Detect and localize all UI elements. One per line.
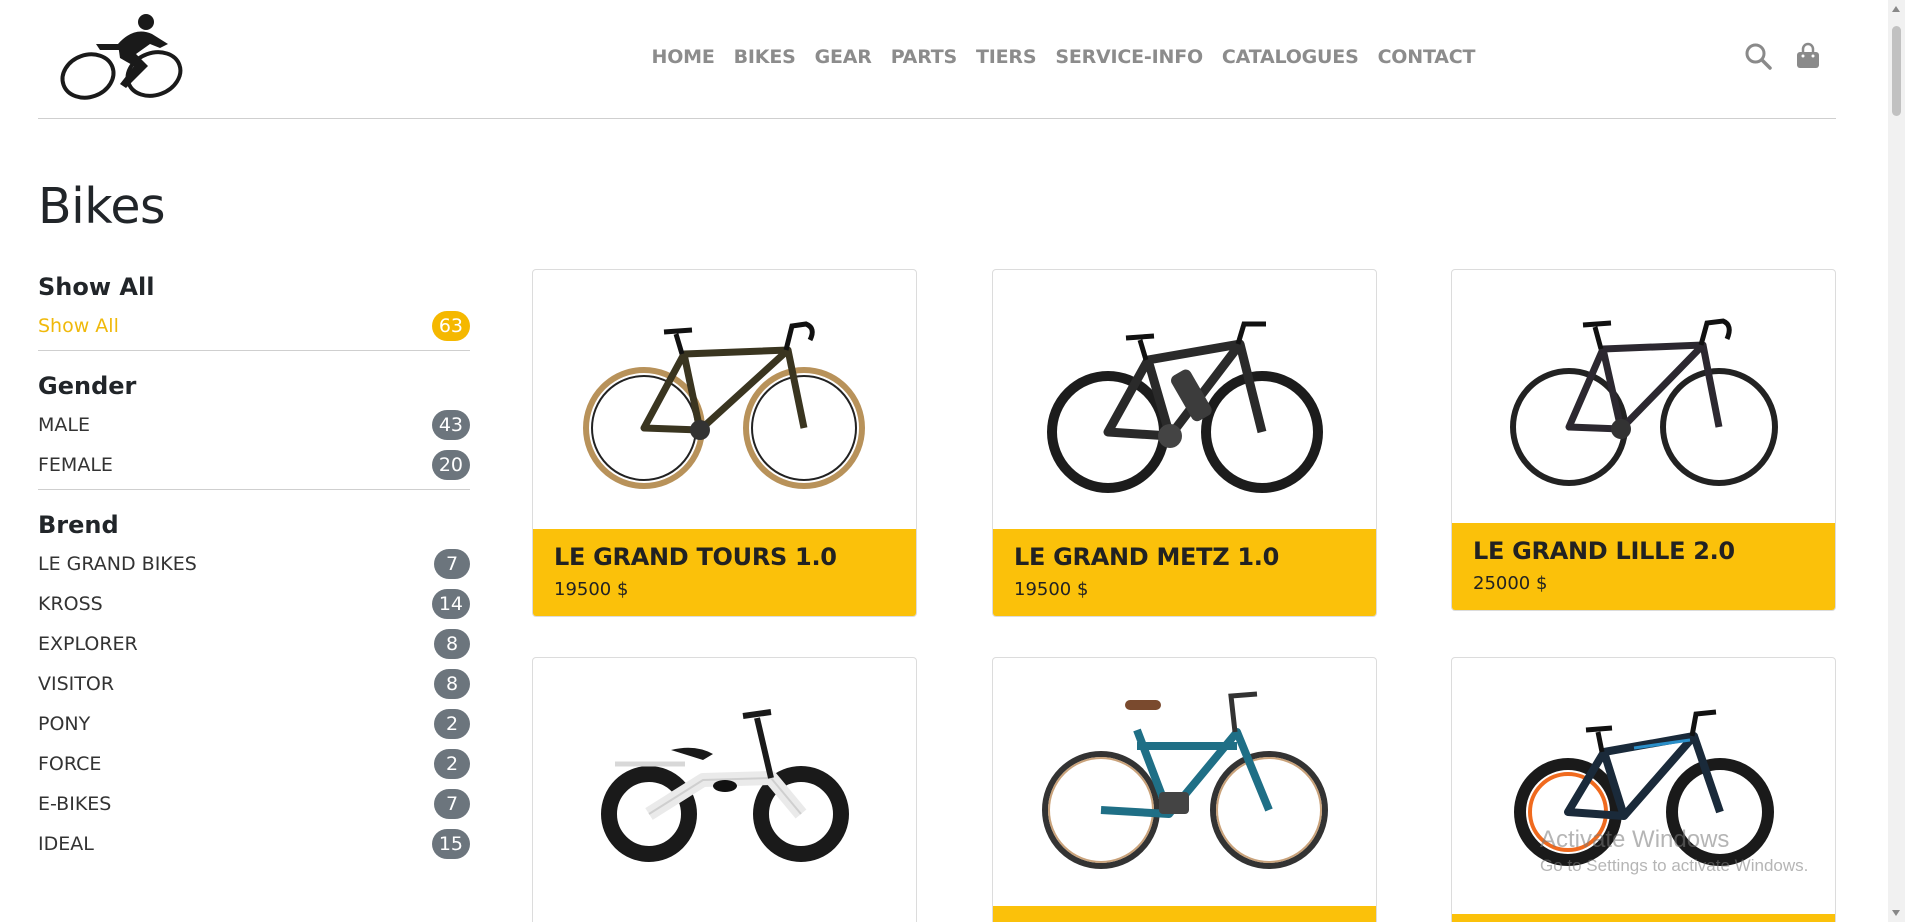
filter-label: IDEAL bbox=[38, 833, 94, 855]
city-e-bike-image bbox=[993, 658, 1376, 906]
count-badge: 8 bbox=[434, 629, 470, 659]
filter-item-visitor[interactable]: VISITOR 8 bbox=[38, 664, 470, 704]
count-badge: 8 bbox=[434, 669, 470, 699]
scrollbar-thumb[interactable] bbox=[1892, 26, 1901, 116]
product-caption: LE GRAND TOURS 1.0 19500 $ bbox=[533, 529, 916, 616]
scroll-down-icon[interactable] bbox=[1892, 910, 1900, 916]
e-mtb-image bbox=[993, 270, 1376, 529]
filter-sidebar: Show All Show All 63 Gender MALE 43 FEMA… bbox=[38, 268, 470, 864]
search-icon[interactable] bbox=[1744, 42, 1772, 70]
filter-item-female[interactable]: FEMALE 20 bbox=[38, 445, 470, 485]
page-title: Bikes bbox=[38, 178, 166, 235]
filter-section-title: Show All bbox=[38, 273, 155, 301]
filter-item-show-all[interactable]: Show All 63 bbox=[38, 306, 470, 346]
product-card[interactable]: LE GRAND LILLE 2.0 25000 $ bbox=[1451, 269, 1836, 611]
filter-item-force[interactable]: FORCE 2 bbox=[38, 744, 470, 784]
nav-tiers[interactable]: TIERS bbox=[967, 46, 1046, 68]
filter-label: MALE bbox=[38, 414, 90, 436]
nav-catalogues[interactable]: CATALOGUES bbox=[1212, 46, 1368, 68]
windows-activation-watermark: Activate Windows Go to Settings to activ… bbox=[1540, 826, 1808, 876]
header-actions bbox=[1744, 42, 1822, 70]
count-badge: 2 bbox=[434, 749, 470, 779]
watermark-subtitle: Go to Settings to activate Windows. bbox=[1540, 856, 1809, 875]
product-card[interactable] bbox=[532, 657, 917, 922]
filter-item-male[interactable]: MALE 43 bbox=[38, 405, 470, 445]
filter-label: PONY bbox=[38, 713, 91, 735]
nav-contact[interactable]: CONTACT bbox=[1368, 46, 1485, 68]
count-badge: 43 bbox=[431, 410, 470, 440]
divider bbox=[38, 489, 470, 490]
product-price: 19500 $ bbox=[1014, 579, 1089, 600]
product-card[interactable]: LE GRAND METZ 1.0 19500 $ bbox=[992, 269, 1377, 617]
product-price: 25000 $ bbox=[1473, 573, 1548, 594]
cyclist-logo-icon[interactable] bbox=[56, 14, 188, 102]
filter-label: Show All bbox=[38, 315, 119, 337]
filter-label: EXPLORER bbox=[38, 633, 138, 655]
filter-label: LE GRAND BIKES bbox=[38, 553, 197, 575]
product-card[interactable] bbox=[992, 657, 1377, 922]
nav-bikes[interactable]: BIKES bbox=[724, 46, 805, 68]
filter-section-title: Gender bbox=[38, 372, 137, 400]
filter-item-pony[interactable]: PONY 2 bbox=[38, 704, 470, 744]
count-badge: 7 bbox=[434, 549, 470, 579]
gravel-bike-image bbox=[533, 270, 916, 529]
count-badge: 7 bbox=[434, 789, 470, 819]
scroll-up-icon[interactable] bbox=[1892, 6, 1900, 12]
product-price: 19500 $ bbox=[554, 579, 629, 600]
watermark-title: Activate Windows bbox=[1540, 826, 1730, 853]
balance-bike-image bbox=[533, 658, 916, 918]
filter-item-kross[interactable]: KROSS 14 bbox=[38, 584, 470, 624]
count-badge: 15 bbox=[431, 829, 470, 859]
product-name: LE GRAND LILLE 2.0 bbox=[1473, 537, 1735, 565]
page-scrollbar[interactable] bbox=[1888, 0, 1905, 922]
divider bbox=[38, 350, 470, 351]
filter-label: FEMALE bbox=[38, 454, 113, 476]
shopping-bag-icon[interactable] bbox=[1794, 42, 1822, 70]
product-caption: LE GRAND METZ 1.0 19500 $ bbox=[993, 529, 1376, 616]
filter-label: FORCE bbox=[38, 753, 102, 775]
product-card[interactable] bbox=[1451, 657, 1836, 922]
filter-item-explorer[interactable]: EXPLORER 8 bbox=[38, 624, 470, 664]
filter-item-ideal[interactable]: IDEAL 15 bbox=[38, 824, 470, 864]
filter-label: VISITOR bbox=[38, 673, 115, 695]
product-caption bbox=[993, 906, 1376, 922]
count-badge: 14 bbox=[431, 589, 470, 619]
main-nav: HOME BIKES GEAR PARTS TIERS SERVICE-INFO… bbox=[642, 46, 1485, 68]
filter-label: E-BIKES bbox=[38, 793, 112, 815]
filter-item-le-grand-bikes[interactable]: LE GRAND BIKES 7 bbox=[38, 544, 470, 584]
product-name: LE GRAND TOURS 1.0 bbox=[554, 543, 837, 571]
nav-service-info[interactable]: SERVICE-INFO bbox=[1046, 46, 1213, 68]
nav-home[interactable]: HOME bbox=[642, 46, 724, 68]
nav-gear[interactable]: GEAR bbox=[805, 46, 881, 68]
count-badge: 2 bbox=[434, 709, 470, 739]
filter-section-title: Brend bbox=[38, 511, 119, 539]
nav-parts[interactable]: PARTS bbox=[881, 46, 966, 68]
product-caption bbox=[1452, 914, 1835, 922]
product-name: LE GRAND METZ 1.0 bbox=[1014, 543, 1279, 571]
count-badge: 63 bbox=[431, 311, 470, 341]
road-bike-image bbox=[1452, 270, 1835, 523]
count-badge: 20 bbox=[431, 450, 470, 480]
product-card[interactable]: LE GRAND TOURS 1.0 19500 $ bbox=[532, 269, 917, 617]
site-header: HOME BIKES GEAR PARTS TIERS SERVICE-INFO… bbox=[38, 0, 1836, 119]
filter-label: KROSS bbox=[38, 593, 103, 615]
product-caption: LE GRAND LILLE 2.0 25000 $ bbox=[1452, 523, 1835, 610]
filter-item-e-bikes[interactable]: E-BIKES 7 bbox=[38, 784, 470, 824]
